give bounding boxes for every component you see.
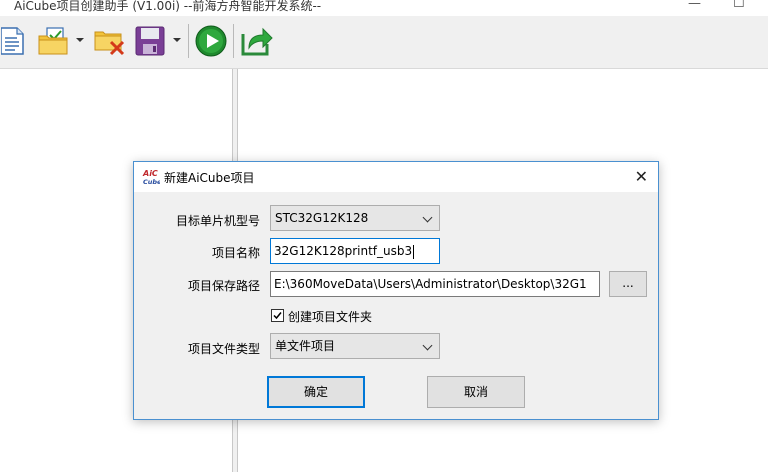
- create-folder-checkbox[interactable]: [271, 309, 284, 322]
- export-button[interactable]: [240, 23, 274, 59]
- dialog-title: 新建AiCube项目: [164, 171, 255, 185]
- ok-button[interactable]: 确定: [267, 376, 365, 408]
- dialog-title-bar: AiC Cube 新建AiCube项目 ✕: [134, 162, 658, 192]
- cancel-button[interactable]: 取消: [427, 376, 525, 408]
- chevron-down-icon: [422, 340, 433, 351]
- checkmark-icon: [273, 312, 282, 320]
- window-title: AiCube项目创建助手 (V1.00i) --前海方舟智能开发系统--: [14, 0, 322, 13]
- save-path-label: 项目保存路径: [187, 279, 260, 293]
- toolbar-separator: [188, 24, 189, 58]
- create-folder-label: 创建项目文件夹: [288, 310, 373, 324]
- browse-button[interactable]: ...: [609, 271, 647, 297]
- dialog-close-button[interactable]: ✕: [635, 167, 648, 186]
- svg-text:Cube: Cube: [143, 178, 160, 186]
- save-dropdown-arrow[interactable]: [173, 38, 181, 42]
- mcu-label: 目标单片机型号: [175, 214, 260, 228]
- file-type-label: 项目文件类型: [187, 342, 260, 356]
- aicube-logo-icon: AiC Cube: [142, 169, 160, 186]
- new-project-button[interactable]: [0, 23, 26, 59]
- chevron-down-icon: [422, 212, 433, 223]
- maximize-button[interactable]: ☐: [733, 0, 745, 11]
- open-dropdown-arrow[interactable]: [76, 38, 84, 42]
- project-name-label: 项目名称: [211, 246, 260, 260]
- toolbar-separator: [233, 24, 234, 58]
- project-name-input[interactable]: 32G12K128printf_usb3: [270, 238, 440, 264]
- open-project-icon: [38, 27, 68, 55]
- toolbar: [0, 16, 768, 69]
- project-name-value: 32G12K128printf_usb3: [274, 244, 413, 258]
- save-button[interactable]: [132, 23, 168, 59]
- file-type-select[interactable]: 单文件项目: [270, 333, 440, 359]
- close-project-button[interactable]: [92, 23, 128, 59]
- run-button[interactable]: [194, 23, 228, 59]
- mcu-select[interactable]: STC32G12K128: [270, 205, 440, 231]
- export-icon: [241, 27, 273, 56]
- new-document-icon: [1, 27, 24, 55]
- minimize-button[interactable]: —: [688, 0, 701, 11]
- svg-text:AiC: AiC: [142, 169, 158, 178]
- save-icon: [135, 26, 165, 56]
- new-project-dialog: AiC Cube 新建AiCube项目 ✕ 目标单片机型号 STC32G12K1…: [133, 161, 659, 420]
- close-project-icon: [94, 31, 125, 56]
- file-type-select-value: 单文件项目: [275, 339, 336, 353]
- mcu-select-value: STC32G12K128: [275, 211, 369, 225]
- text-caret: [413, 244, 415, 259]
- run-icon: [195, 25, 227, 57]
- save-path-value: E:\360MoveData\Users\Administrator\Deskt…: [274, 277, 587, 291]
- window-title-bar: AiCube项目创建助手 (V1.00i) --前海方舟智能开发系统-- — ☐: [0, 0, 768, 16]
- save-path-input[interactable]: E:\360MoveData\Users\Administrator\Deskt…: [270, 271, 600, 297]
- open-project-button[interactable]: [36, 23, 72, 59]
